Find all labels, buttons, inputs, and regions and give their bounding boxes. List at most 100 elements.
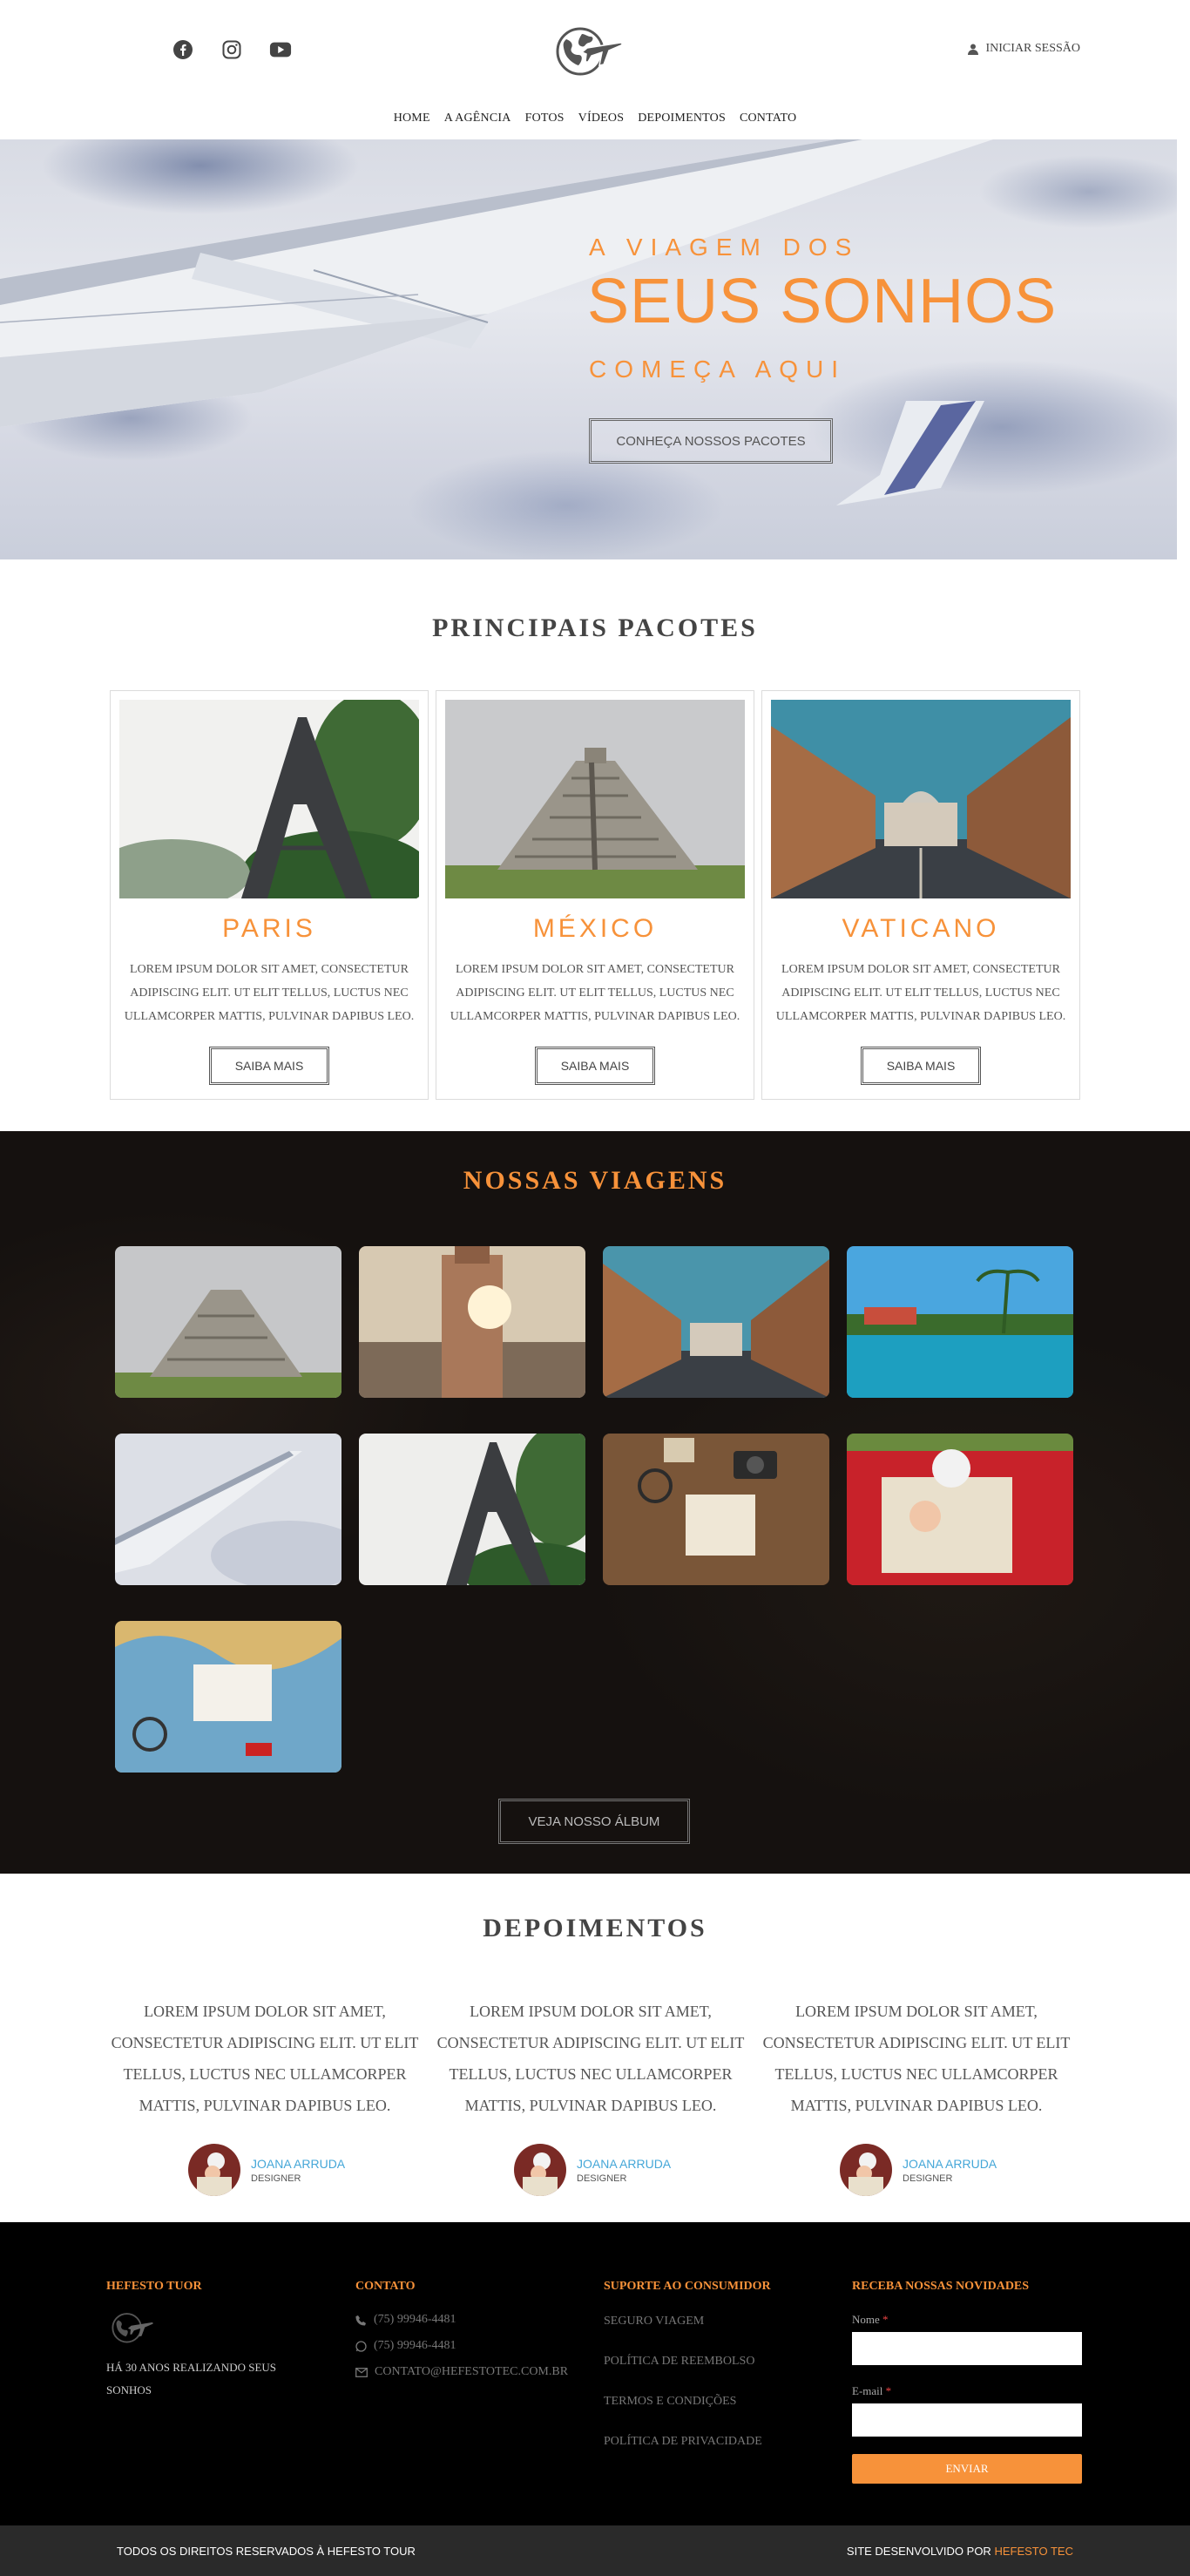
footer-logo — [106, 2309, 155, 2344]
phone-icon — [355, 2315, 366, 2326]
photo-gallery — [115, 1246, 1078, 1773]
footer-newsletter-title: RECEBA NOSSAS NOVIDADES — [852, 2280, 1030, 2293]
nav-depoimentos[interactable]: DEPOIMENTOS — [638, 112, 726, 125]
send-button[interactable]: ENVIAR — [852, 2454, 1082, 2484]
avatar — [514, 2144, 566, 2196]
name-label: Nome * — [852, 2313, 889, 2326]
saiba-mais-button[interactable]: SAIBA MAIS — [535, 1047, 655, 1085]
testimonial-name: JOANA ARRUDA — [577, 2156, 672, 2171]
credit-prefix: SITE DESENVOLVIDO POR — [846, 2545, 991, 2558]
footer-email[interactable]: CONTATO@HEFESTOTEC.COM.BR — [355, 2365, 568, 2379]
avatar — [188, 2144, 240, 2196]
testimonial-name: JOANA ARRUDA — [903, 2156, 997, 2171]
album-button[interactable]: VEJA NOSSO ÁLBUM — [498, 1799, 690, 1844]
hero-headline: SEUS SONHOS — [587, 267, 1058, 336]
developer-credit: SITE DESENVOLVIDO POR HEFESTO TEC — [847, 2545, 1073, 2558]
footer-phone-text: (75) 99946-4481 — [374, 2313, 456, 2326]
credit-brand-link[interactable]: HEFESTO TEC — [994, 2545, 1073, 2558]
testimonial: LOREM IPSUM DOLOR SIT AMET, CONSECTETUR … — [761, 1996, 1072, 2196]
social-links — [172, 38, 292, 61]
instagram-icon[interactable] — [220, 38, 243, 61]
footer-email-text: CONTATO@HEFESTOTEC.COM.BR — [375, 2365, 569, 2378]
nav-fotos[interactable]: FOTOS — [525, 112, 565, 125]
hero-cta-button[interactable]: CONHEÇA NOSSOS PACOTES — [589, 418, 833, 464]
gallery-photo-map-planning[interactable] — [115, 1621, 341, 1773]
testimonial-role: DESIGNER — [577, 2173, 627, 2184]
testimonial-role: DESIGNER — [251, 2173, 301, 2184]
gallery-photo-eiffel[interactable] — [359, 1434, 585, 1585]
trips-title: NOSSAS VIAGENS — [463, 1166, 727, 1195]
footer-support: SUPORTE AO CONSUMIDOR SEGURO VIAGEM POLÍ… — [604, 2280, 771, 2449]
email-label: E-mail * — [852, 2384, 892, 2397]
envelope-icon — [355, 2367, 368, 2377]
packages-title: PRINCIPAIS PACOTES — [432, 613, 758, 642]
airplane-wing-image — [0, 139, 993, 505]
saiba-mais-button[interactable]: SAIBA MAIS — [861, 1047, 981, 1085]
main-nav: HOME A AGÊNCIA FOTOS VÍDEOS DEPOIMENTOS … — [0, 112, 1190, 125]
hero-line-3: COMEÇA AQUI — [589, 356, 847, 383]
youtube-icon[interactable] — [269, 38, 292, 61]
testimonial-quote: LOREM IPSUM DOLOR SIT AMET, CONSECTETUR … — [436, 2003, 745, 2114]
package-desc: LOREM IPSUM DOLOR SIT AMET, CONSECTETUR … — [775, 963, 1066, 1023]
footer-phone[interactable]: (75) 99946-4481 — [355, 2313, 568, 2327]
testimonials-title: DEPOIMENTOS — [483, 1914, 707, 1942]
footer-about: HEFESTO TUOR HÁ 30 ANOS REALIZANDO SEUS … — [106, 2280, 307, 2402]
whatsapp-icon — [355, 2340, 367, 2352]
facebook-icon[interactable] — [172, 38, 194, 61]
footer-link-privacidade[interactable]: POLÍTICA DE PRIVACIDADE — [604, 2435, 771, 2449]
packages-section: PRINCIPAIS PACOTES PARIS LOREM IPSUM DOL… — [0, 559, 1190, 1131]
avatar — [840, 2144, 892, 2196]
site-header: INICIAR SESSÃO HOME A AGÊNCIA FOTOS VÍDE… — [0, 0, 1190, 139]
footer-whatsapp[interactable]: (75) 99946-4481 — [355, 2339, 568, 2353]
footer-newsletter: RECEBA NOSSAS NOVIDADES Nome * E-mail * … — [852, 2280, 1082, 2484]
copyright-text: TODOS OS DIREITOS RESERVADOS À HEFESTO T… — [117, 2545, 416, 2558]
footer-whatsapp-text: (75) 99946-4481 — [374, 2339, 456, 2352]
login-label: INICIAR SESSÃO — [985, 42, 1080, 55]
testimonial-quote: LOREM IPSUM DOLOR SIT AMET, CONSECTETUR … — [762, 2003, 1071, 2114]
user-icon — [968, 44, 979, 55]
testimonial-quote: LOREM IPSUM DOLOR SIT AMET, CONSECTETUR … — [111, 2003, 419, 2114]
nav-videos[interactable]: VÍDEOS — [578, 112, 625, 125]
globe-plane-logo[interactable] — [549, 22, 624, 78]
trips-gallery-section: NOSSAS VIAGENS VEJA NOSSO ÁLBUM — [0, 1131, 1190, 1874]
email-field[interactable] — [852, 2403, 1082, 2437]
gallery-photo-cathedral[interactable] — [359, 1246, 585, 1398]
package-card-paris: PARIS LOREM IPSUM DOLOR SIT AMET, CONSEC… — [110, 690, 429, 1100]
gallery-photo-couple-car[interactable] — [847, 1434, 1073, 1585]
package-card-vaticano: VATICANO LOREM IPSUM DOLOR SIT AMET, CON… — [761, 690, 1080, 1100]
footer-link-seguro[interactable]: SEGURO VIAGEM — [604, 2315, 771, 2329]
package-desc: LOREM IPSUM DOLOR SIT AMET, CONSECTETUR … — [450, 963, 740, 1023]
site-footer: HEFESTO TUOR HÁ 30 ANOS REALIZANDO SEUS … — [0, 2222, 1190, 2525]
package-card-mexico: MÉXICO LOREM IPSUM DOLOR SIT AMET, CONSE… — [436, 690, 754, 1100]
mexico-image — [445, 700, 745, 898]
saiba-mais-button[interactable]: SAIBA MAIS — [209, 1047, 329, 1085]
gallery-photo-pyramid[interactable] — [115, 1246, 341, 1398]
testimonial: LOREM IPSUM DOLOR SIT AMET, CONSECTETUR … — [110, 1996, 420, 2196]
gallery-photo-beach[interactable] — [847, 1246, 1073, 1398]
bottom-bar: TODOS OS DIREITOS RESERVADOS À HEFESTO T… — [0, 2525, 1190, 2576]
footer-brand-title: HEFESTO TUOR — [106, 2280, 202, 2293]
package-name: MÉXICO — [532, 914, 658, 943]
testimonial-name: JOANA ARRUDA — [251, 2156, 346, 2171]
footer-about-text: HÁ 30 ANOS REALIZANDO SEUS SONHOS — [106, 2361, 277, 2396]
gallery-photo-notebook-camera[interactable] — [603, 1434, 829, 1585]
testimonial: LOREM IPSUM DOLOR SIT AMET, CONSECTETUR … — [436, 1996, 746, 2196]
name-field[interactable] — [852, 2332, 1082, 2365]
package-name: PARIS — [222, 914, 316, 943]
nav-home[interactable]: HOME — [394, 112, 430, 125]
footer-contact: CONTATO (75) 99946-4481 (75) 99946-4481 … — [355, 2280, 568, 2379]
footer-link-reembolso[interactable]: POLÍTICA DE REEMBOLSO — [604, 2355, 771, 2369]
gallery-photo-vatican[interactable] — [603, 1246, 829, 1398]
hero-line-1: A VIAGEM DOS — [589, 234, 860, 261]
footer-link-termos[interactable]: TERMOS E CONDIÇÕES — [604, 2395, 771, 2409]
gallery-photo-wing[interactable] — [115, 1434, 341, 1585]
login-link[interactable]: INICIAR SESSÃO — [968, 42, 1080, 56]
footer-support-title: SUPORTE AO CONSUMIDOR — [604, 2280, 771, 2293]
footer-contact-title: CONTATO — [355, 2280, 416, 2293]
testimonial-role: DESIGNER — [903, 2173, 953, 2184]
nav-contato[interactable]: CONTATO — [740, 112, 796, 125]
testimonials-section: DEPOIMENTOS LOREM IPSUM DOLOR SIT AMET, … — [0, 1874, 1190, 2222]
nav-agencia[interactable]: A AGÊNCIA — [444, 112, 511, 125]
paris-image — [119, 700, 419, 898]
package-desc: LOREM IPSUM DOLOR SIT AMET, CONSECTETUR … — [124, 963, 415, 1023]
